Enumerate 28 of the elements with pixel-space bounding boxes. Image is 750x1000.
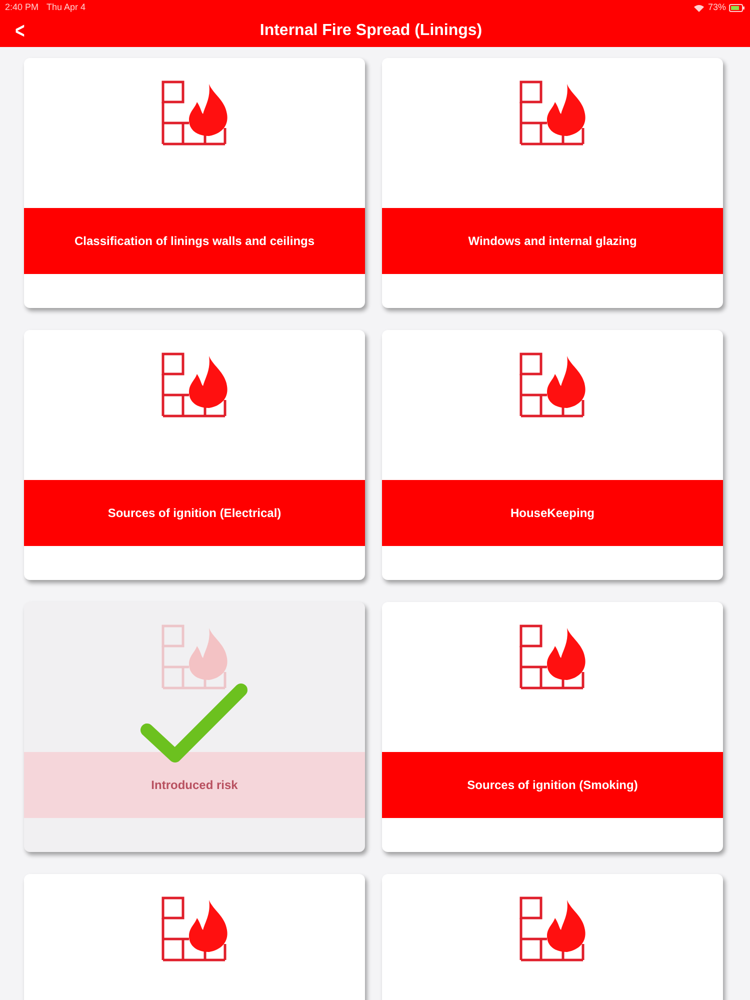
brick-wall-fire-icon (160, 896, 228, 962)
battery-icon (729, 4, 745, 12)
card-label: Sources of ignition (Smoking) (467, 777, 638, 794)
battery-percent: 73% (708, 0, 726, 14)
brick-wall-fire-icon (518, 624, 586, 690)
topic-card[interactable]: Sources of ignition (Smoking) (382, 602, 723, 852)
brick-wall-fire-icon (518, 896, 586, 962)
back-button[interactable]: < (11, 20, 29, 42)
wifi-icon (694, 4, 704, 12)
card-label: Windows and internal glazing (468, 233, 637, 250)
brick-wall-fire-icon (518, 352, 586, 418)
card-label: Sources of ignition (Electrical) (108, 505, 282, 522)
topic-card[interactable]: HouseKeeping (382, 330, 723, 580)
status-time: 2:40 PM (5, 0, 39, 14)
status-date: Thu Apr 4 (46, 0, 86, 14)
card-label: Classification of linings walls and ceilings (74, 233, 315, 250)
checkmark-icon (139, 682, 249, 764)
topic-card[interactable]: Windows and internal glazing (382, 58, 723, 308)
topic-card[interactable]: Introduced risk (24, 602, 365, 852)
brick-wall-fire-icon (518, 80, 586, 146)
topic-card[interactable]: Classification of linings walls and ceilings (24, 58, 365, 308)
topic-card[interactable]: Sources of ignition (Electrical) (24, 330, 365, 580)
card-label: HouseKeeping (510, 505, 594, 522)
brick-wall-fire-icon (160, 624, 228, 690)
brick-wall-fire-icon (160, 80, 228, 146)
card-label: Introduced risk (151, 777, 238, 794)
brick-wall-fire-icon (160, 352, 228, 418)
page-title: Internal Fire Spread (Linings) (260, 21, 482, 41)
